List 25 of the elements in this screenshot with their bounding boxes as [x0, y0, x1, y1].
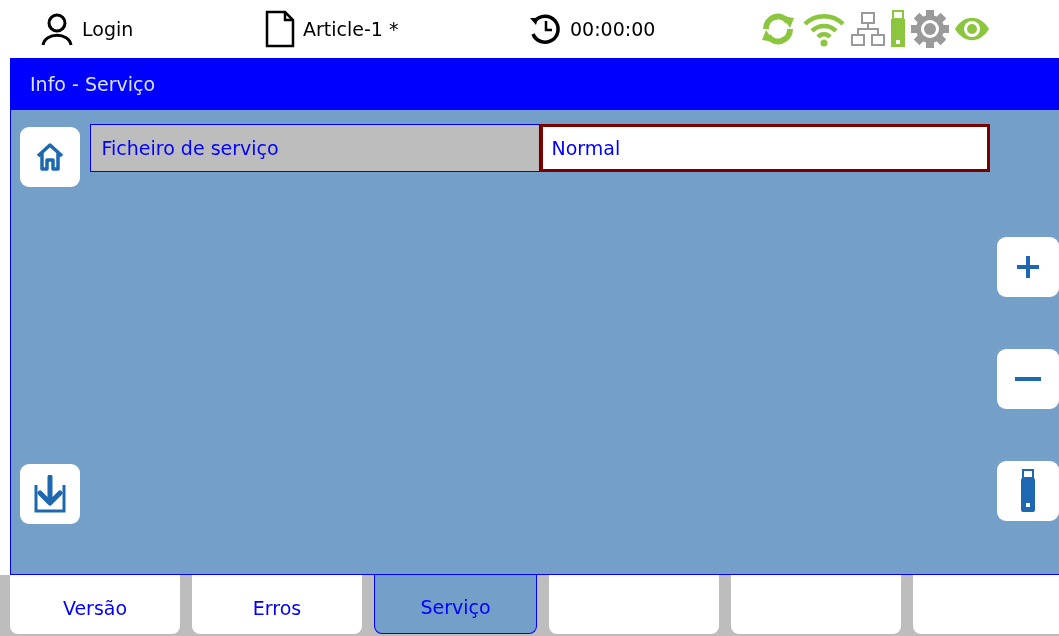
- value-field[interactable]: Normal: [539, 124, 990, 172]
- minus-icon: [1015, 376, 1041, 382]
- screen-title: Info - Serviço: [30, 73, 156, 95]
- usb-stick-icon: [890, 10, 906, 48]
- tab[interactable]: Erros: [192, 575, 362, 634]
- increase-button[interactable]: [997, 237, 1059, 297]
- home-button[interactable]: [20, 127, 80, 187]
- login-label[interactable]: Login: [82, 18, 134, 40]
- decrease-button[interactable]: [997, 349, 1059, 409]
- home-icon: [35, 142, 65, 172]
- tab[interactable]: Versão: [10, 575, 180, 634]
- field-label: Ficheiro de serviço: [89, 124, 540, 172]
- document-icon: [265, 10, 295, 48]
- user-icon[interactable]: [40, 12, 74, 46]
- timer-text: 00:00:00: [570, 18, 656, 40]
- download-icon: [32, 475, 68, 513]
- download-button[interactable]: [20, 464, 80, 524]
- usb-button[interactable]: [997, 461, 1059, 521]
- timer-icon: [528, 12, 562, 46]
- wifi-icon: [802, 11, 846, 47]
- network-icon: [850, 11, 886, 47]
- article-name: Article-1 *: [303, 18, 399, 40]
- plus-icon: [1016, 255, 1040, 279]
- settings-icon[interactable]: [910, 9, 950, 49]
- usb-stick-icon: [1019, 469, 1037, 513]
